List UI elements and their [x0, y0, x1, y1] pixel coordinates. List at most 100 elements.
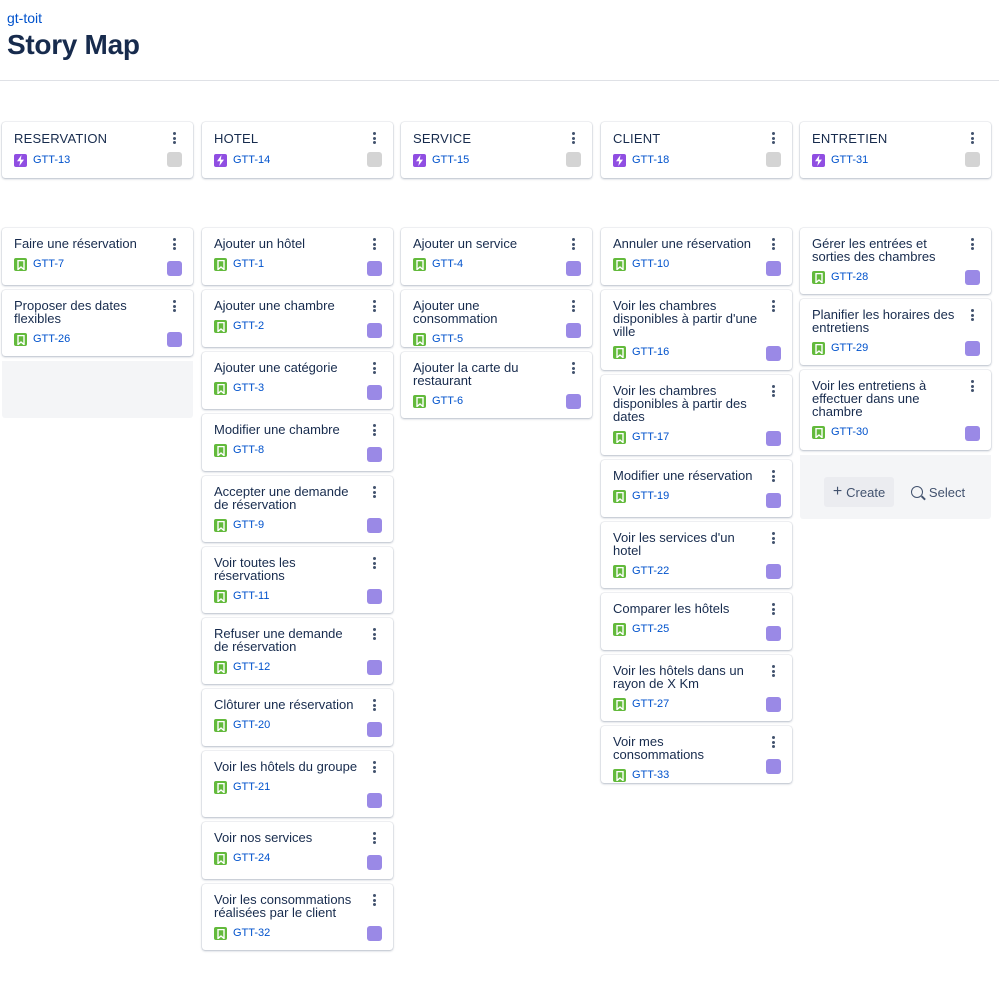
- story-card[interactable]: Voir nos services GTT-24: [202, 822, 393, 879]
- issue-key[interactable]: GTT-29: [831, 342, 868, 355]
- more-actions-icon[interactable]: [769, 298, 777, 314]
- status-indicator[interactable]: [367, 518, 382, 533]
- issue-key[interactable]: GTT-10: [632, 258, 669, 271]
- issue-key[interactable]: GTT-7: [33, 258, 64, 271]
- story-card[interactable]: Faire une réservation GTT-7: [2, 228, 193, 285]
- issue-key[interactable]: GTT-18: [632, 154, 669, 167]
- issue-key[interactable]: GTT-15: [432, 154, 469, 167]
- more-actions-icon[interactable]: [569, 298, 577, 314]
- status-indicator[interactable]: [566, 394, 581, 409]
- issue-key[interactable]: GTT-31: [831, 154, 868, 167]
- issue-key[interactable]: GTT-14: [233, 154, 270, 167]
- story-card[interactable]: Voir les entretiens à effectuer dans une…: [800, 370, 991, 450]
- more-actions-icon[interactable]: [769, 734, 777, 750]
- more-actions-icon[interactable]: [370, 892, 378, 908]
- issue-key[interactable]: GTT-32: [233, 927, 270, 940]
- issue-key[interactable]: GTT-21: [233, 781, 270, 794]
- epic-card[interactable]: RESERVATION GTT-13: [2, 122, 193, 178]
- status-indicator[interactable]: [367, 722, 382, 737]
- more-actions-icon[interactable]: [370, 236, 378, 252]
- issue-key[interactable]: GTT-28: [831, 271, 868, 284]
- status-indicator[interactable]: [566, 323, 581, 338]
- more-actions-icon[interactable]: [569, 360, 577, 376]
- issue-key[interactable]: GTT-4: [432, 258, 463, 271]
- story-card[interactable]: Planifier les horaires des entretiens GTT…: [800, 299, 991, 365]
- more-actions-icon[interactable]: [968, 130, 976, 146]
- more-actions-icon[interactable]: [968, 236, 976, 252]
- issue-key[interactable]: GTT-26: [33, 333, 70, 346]
- epic-card[interactable]: CLIENT GTT-18: [601, 122, 792, 178]
- issue-key[interactable]: GTT-3: [233, 382, 264, 395]
- issue-key[interactable]: GTT-11: [233, 590, 269, 603]
- story-card[interactable]: Comparer les hôtels GTT-25: [601, 593, 792, 650]
- story-card[interactable]: Ajouter un service GTT-4: [401, 228, 592, 285]
- more-actions-icon[interactable]: [769, 663, 777, 679]
- issue-key[interactable]: GTT-12: [233, 661, 270, 674]
- status-indicator[interactable]: [367, 926, 382, 941]
- issue-key[interactable]: GTT-8: [233, 444, 264, 457]
- status-indicator[interactable]: [766, 564, 781, 579]
- select-story-button[interactable]: Select: [903, 477, 973, 507]
- issue-key[interactable]: GTT-22: [632, 565, 669, 578]
- status-indicator[interactable]: [766, 626, 781, 641]
- story-card[interactable]: Voir les hôtels du groupe GTT-21: [202, 751, 393, 817]
- story-card[interactable]: Annuler une réservation GTT-10: [601, 228, 792, 285]
- story-card[interactable]: Modifier une chambre GTT-8: [202, 414, 393, 471]
- more-actions-icon[interactable]: [769, 601, 777, 617]
- create-story-button[interactable]: + Create: [824, 477, 894, 507]
- story-card[interactable]: Voir les chambres disponibles à partir d…: [601, 290, 792, 370]
- more-actions-icon[interactable]: [968, 378, 976, 394]
- status-indicator[interactable]: [367, 660, 382, 675]
- more-actions-icon[interactable]: [170, 130, 178, 146]
- issue-key[interactable]: GTT-17: [632, 431, 669, 444]
- status-indicator[interactable]: [167, 332, 182, 347]
- issue-key[interactable]: GTT-19: [632, 490, 669, 503]
- status-indicator[interactable]: [367, 589, 382, 604]
- issue-key[interactable]: GTT-2: [233, 320, 264, 333]
- more-actions-icon[interactable]: [370, 484, 378, 500]
- status-indicator[interactable]: [965, 152, 980, 167]
- more-actions-icon[interactable]: [170, 236, 178, 252]
- story-card[interactable]: Voir les hôtels dans un rayon de X Km GTT…: [601, 655, 792, 721]
- more-actions-icon[interactable]: [370, 422, 378, 438]
- issue-key[interactable]: GTT-13: [33, 154, 70, 167]
- issue-key[interactable]: GTT-9: [233, 519, 264, 532]
- more-actions-icon[interactable]: [370, 555, 378, 571]
- status-indicator[interactable]: [367, 323, 382, 338]
- story-card[interactable]: Voir mes consommations GTT-33: [601, 726, 792, 783]
- more-actions-icon[interactable]: [370, 130, 378, 146]
- status-indicator[interactable]: [367, 152, 382, 167]
- more-actions-icon[interactable]: [968, 307, 976, 323]
- story-card[interactable]: Modifier une réservation GTT-19: [601, 460, 792, 517]
- more-actions-icon[interactable]: [370, 298, 378, 314]
- more-actions-icon[interactable]: [569, 236, 577, 252]
- more-actions-icon[interactable]: [170, 298, 178, 314]
- story-card[interactable]: Voir les services d'un hotel GTT-22: [601, 522, 792, 588]
- story-card[interactable]: Ajouter un hôtel GTT-1: [202, 228, 393, 285]
- project-link[interactable]: gt-toit: [7, 9, 42, 27]
- more-actions-icon[interactable]: [370, 759, 378, 775]
- story-card[interactable]: Ajouter une catégorie GTT-3: [202, 352, 393, 409]
- story-card[interactable]: Refuser une demande de réservation GTT-12: [202, 618, 393, 684]
- story-card[interactable]: Ajouter une chambre GTT-2: [202, 290, 393, 347]
- status-indicator[interactable]: [766, 493, 781, 508]
- more-actions-icon[interactable]: [769, 468, 777, 484]
- epic-card[interactable]: HOTEL GTT-14: [202, 122, 393, 178]
- status-indicator[interactable]: [766, 697, 781, 712]
- status-indicator[interactable]: [766, 346, 781, 361]
- status-indicator[interactable]: [367, 261, 382, 276]
- issue-key[interactable]: GTT-24: [233, 852, 270, 865]
- more-actions-icon[interactable]: [370, 360, 378, 376]
- status-indicator[interactable]: [367, 447, 382, 462]
- status-indicator[interactable]: [965, 341, 980, 356]
- issue-key[interactable]: GTT-27: [632, 698, 669, 711]
- story-card[interactable]: Voir toutes les réservations GTT-11: [202, 547, 393, 613]
- more-actions-icon[interactable]: [370, 830, 378, 846]
- status-indicator[interactable]: [766, 759, 781, 774]
- story-card[interactable]: Accepter une demande de réservation GTT-9: [202, 476, 393, 542]
- more-actions-icon[interactable]: [569, 130, 577, 146]
- more-actions-icon[interactable]: [370, 697, 378, 713]
- issue-key[interactable]: GTT-1: [233, 258, 264, 271]
- status-indicator[interactable]: [766, 152, 781, 167]
- status-indicator[interactable]: [965, 426, 980, 441]
